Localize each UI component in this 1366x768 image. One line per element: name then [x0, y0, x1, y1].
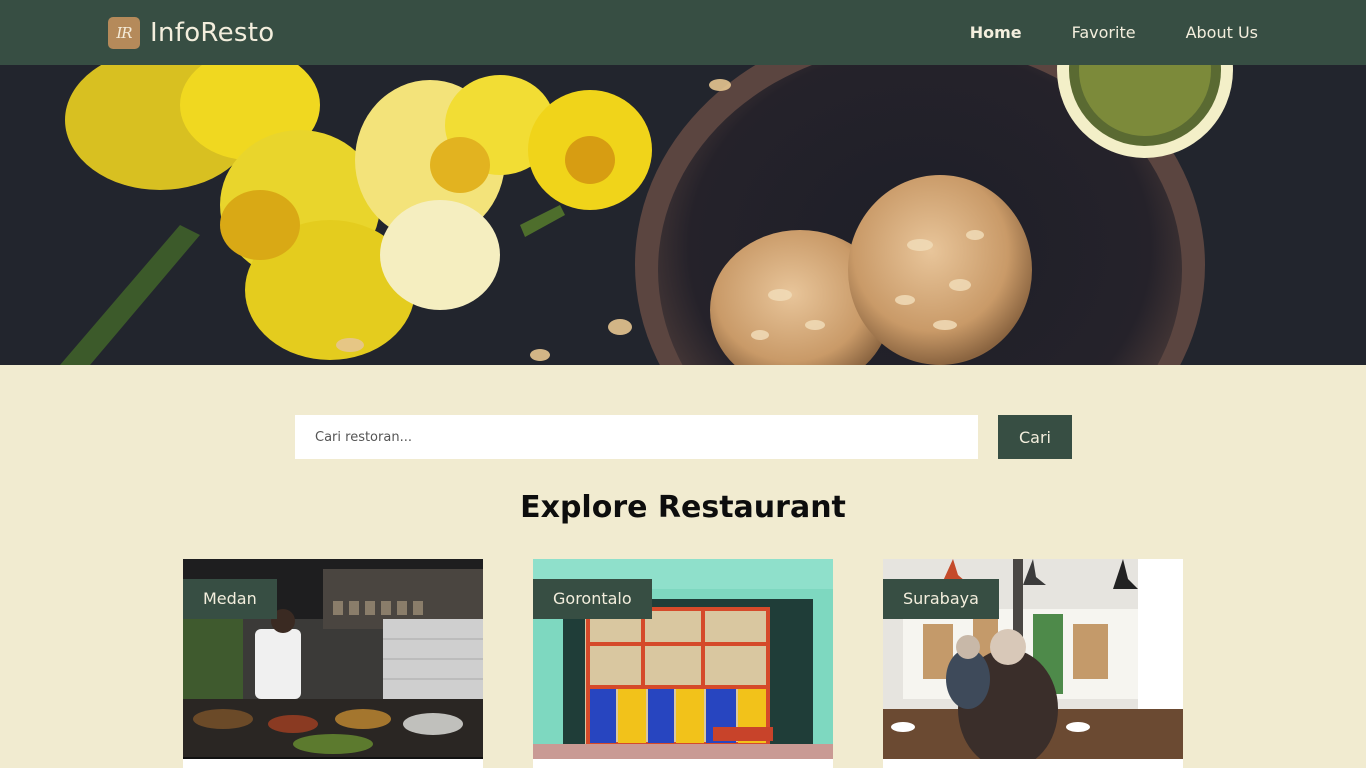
nav-item-about: About Us — [1186, 23, 1258, 42]
navbar: IR InfoResto Home Favorite About Us — [0, 0, 1366, 65]
search-input[interactable] — [295, 415, 978, 459]
hero-banner — [0, 65, 1366, 365]
nav-item-home: Home — [970, 23, 1022, 42]
section-title: Explore Restaurant — [520, 490, 846, 525]
nav-links: Home Favorite About Us — [920, 23, 1258, 42]
restaurant-card[interactable]: Medan — [183, 559, 483, 768]
brand-link[interactable]: IR InfoResto — [108, 16, 275, 49]
nav-link-favorite[interactable]: Favorite — [1072, 23, 1136, 42]
search-button[interactable]: Cari — [998, 415, 1072, 459]
city-badge: Medan — [183, 579, 277, 619]
search-bar: Cari — [295, 415, 1072, 459]
hero-image — [0, 65, 1366, 365]
restaurant-list: Medan Gorontalo Surabaya — [183, 559, 1183, 768]
city-badge: Gorontalo — [533, 579, 652, 619]
nav-link-home[interactable]: Home — [970, 23, 1022, 42]
restaurant-card[interactable]: Gorontalo — [533, 559, 833, 768]
brand-logo: IR — [108, 16, 140, 49]
city-badge: Surabaya — [883, 579, 999, 619]
nav-link-about-us[interactable]: About Us — [1186, 23, 1258, 42]
restaurant-card[interactable]: Surabaya — [883, 559, 1183, 768]
nav-item-favorite: Favorite — [1072, 23, 1136, 42]
brand-name: InfoResto — [150, 17, 275, 48]
